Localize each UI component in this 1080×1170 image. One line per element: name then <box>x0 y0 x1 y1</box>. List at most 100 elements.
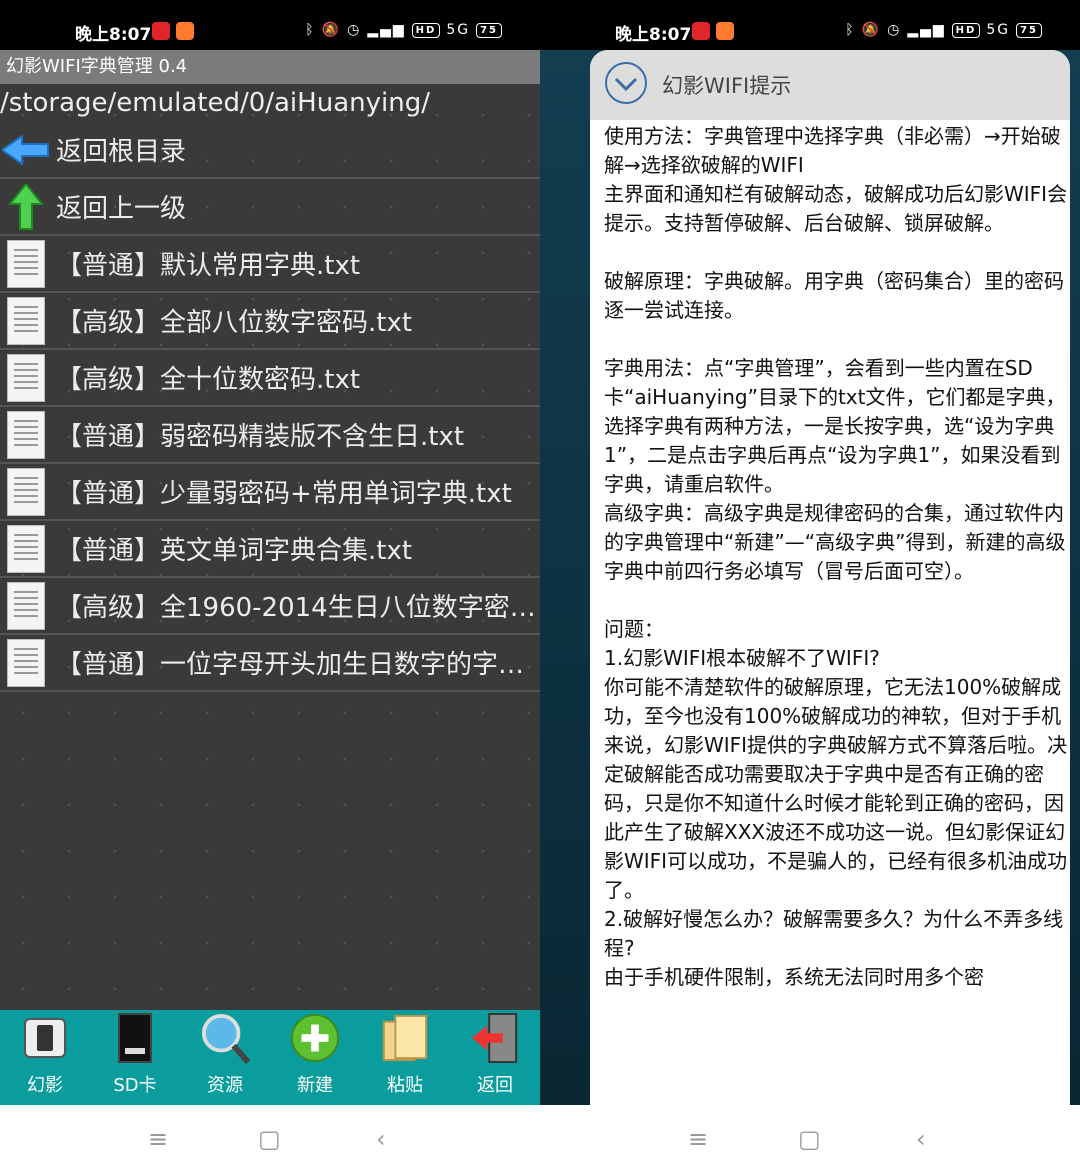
current-path: /storage/emulated/0/aiHuanying/ <box>0 88 430 118</box>
file-row[interactable]: 【普通】默认常用字典.txt <box>0 236 540 293</box>
hd-icon: HD <box>951 22 981 38</box>
paste-button[interactable]: 粘贴 <box>360 1010 450 1105</box>
taobao-icon <box>176 22 194 40</box>
left-navigation-bar: ≡ ▢ ‹ <box>0 1105 540 1170</box>
dictionary-usage-paragraph: 字典用法：点“字典管理”，会看到一些内置在SD卡“aiHuanying”目录下的… <box>604 356 1066 496</box>
file-name: 【普通】一位字母开头加生日数字的字典.txt <box>56 650 536 680</box>
arrow-up-icon <box>0 181 52 233</box>
document-icon <box>0 409 52 461</box>
paste-label: 粘贴 <box>387 1075 423 1096</box>
status-bar: 晚上8:07 ᛒ 🔕 ◷ ▂▄▆ HD 5G 75 <box>540 0 1080 50</box>
exit-door-icon <box>470 1011 520 1065</box>
sd-card-label: SD卡 <box>113 1075 157 1096</box>
tip-dialog: 幻影WIFI提示 使用方法：字典管理中选择字典（非必需）→开始破解→选择欲破解的… <box>590 50 1070 1105</box>
back-nav-button[interactable]: ‹ <box>376 1125 386 1153</box>
menu-button[interactable]: ≡ <box>148 1125 168 1153</box>
status-icons: ᛒ 🔕 ◷ ▂▄▆ HD 5G 75 <box>305 22 502 38</box>
alarm-icon: ◷ <box>887 22 902 38</box>
file-row[interactable]: 【高级】全1960-2014生日八位数字密码.txt <box>0 578 540 635</box>
signal-icon: ▂▄▆ <box>367 22 406 38</box>
back-nav-button[interactable]: ‹ <box>916 1125 926 1153</box>
battery-icon: 75 <box>1016 22 1042 38</box>
signal-icon: ▂▄▆ <box>907 22 946 38</box>
faq-answer-1: 你可能不清楚软件的破解原理，它无法100%破解成功，至今也没有100%破解成功的… <box>604 675 1068 902</box>
paste-icon <box>380 1011 430 1065</box>
mute-icon: 🔕 <box>321 22 342 38</box>
status-paragraph: 主界面和通知栏有破解动态，破解成功后幻影WIFI会提示。支持暂停破解、后台破解、… <box>604 182 1068 235</box>
file-row[interactable]: 【普通】一位字母开头加生日数字的字典.txt <box>0 635 540 692</box>
right-navigation-bar: ≡ ▢ ‹ <box>540 1105 1080 1170</box>
nav-up-row[interactable]: 返回上一级 <box>0 179 540 236</box>
new-label: 新建 <box>297 1075 333 1096</box>
net-type: 5G <box>446 22 471 38</box>
file-name: 【普通】少量弱密码+常用单词字典.txt <box>56 479 512 509</box>
file-row[interactable]: 【高级】全十位数密码.txt <box>0 350 540 407</box>
file-row[interactable]: 【高级】全部八位数字密码.txt <box>0 293 540 350</box>
document-icon <box>0 295 52 347</box>
right-screen: 晚上8:07 ᛒ 🔕 ◷ ▂▄▆ HD 5G 75 幻影WIFI提示 使用方法：… <box>540 0 1080 1105</box>
app-title: 幻影WIFI字典管理 0.4 <box>0 50 540 84</box>
nav-root-row[interactable]: 返回根目录 <box>0 122 540 179</box>
dialog-body: 使用方法：字典管理中选择字典（非必需）→开始破解→选择欲破解的WIFI 主界面和… <box>590 120 1070 992</box>
usage-paragraph: 使用方法：字典管理中选择字典（非必需）→开始破解→选择欲破解的WIFI <box>604 124 1061 177</box>
sd-card-button[interactable]: SD卡 <box>90 1010 180 1105</box>
file-list: 返回根目录 返回上一级 【普通】默认常用字典.txt 【高级】全部八位数字密码.… <box>0 122 540 692</box>
faq-question-1: 1.幻影WIFI根本破解不了WIFI? <box>604 646 880 670</box>
file-name: 【普通】弱密码精装版不含生日.txt <box>56 422 465 452</box>
weibo-icon <box>152 22 170 40</box>
document-icon <box>0 352 52 404</box>
sd-card-icon <box>110 1011 160 1065</box>
file-name: 【普通】默认常用字典.txt <box>56 251 361 281</box>
nav-up-label: 返回上一级 <box>56 194 187 224</box>
phone-icon <box>20 1011 70 1065</box>
faq-heading: 问题： <box>604 617 664 641</box>
status-time: 晚上8:07 <box>615 25 692 45</box>
bluetooth-icon: ᛒ <box>305 22 316 38</box>
principle-paragraph: 破解原理：字典破解。用字典（密码集合）里的密码逐一尝试连接。 <box>604 269 1064 322</box>
faq-answer-2: 由于手机硬件限制，系统无法同时用多个密 <box>604 965 984 989</box>
menu-button[interactable]: ≡ <box>688 1125 708 1153</box>
left-screen: 晚上8:07 ᛒ 🔕 ◷ ▂▄▆ HD 5G 75 幻影WIFI字典管理 0.4… <box>0 0 540 1105</box>
file-row[interactable]: 【普通】英文单词字典合集.txt <box>0 521 540 578</box>
plus-icon <box>290 1011 340 1065</box>
magnifier-globe-icon <box>200 1011 250 1065</box>
file-name: 【高级】全1960-2014生日八位数字密码.txt <box>56 593 536 623</box>
new-button[interactable]: 新建 <box>270 1010 360 1105</box>
taobao-icon <box>716 22 734 40</box>
back-label: 返回 <box>477 1075 513 1096</box>
advanced-dictionary-paragraph: 高级字典：高级字典是规律密码的合集，通过软件内的字典管理中“新建”—“高级字典”… <box>604 501 1066 583</box>
dialog-header: 幻影WIFI提示 <box>590 50 1070 120</box>
mute-icon: 🔕 <box>861 22 882 38</box>
chevron-down-icon[interactable] <box>604 61 648 109</box>
status-time: 晚上8:07 <box>75 25 152 45</box>
file-row[interactable]: 【普通】少量弱密码+常用单词字典.txt <box>0 464 540 521</box>
file-row[interactable]: 【普通】弱密码精装版不含生日.txt <box>0 407 540 464</box>
file-name: 【普通】英文单词字典合集.txt <box>56 536 413 566</box>
alarm-icon: ◷ <box>347 22 362 38</box>
document-icon <box>0 580 52 632</box>
weibo-icon <box>692 22 710 40</box>
file-name: 【高级】全十位数密码.txt <box>56 365 361 395</box>
dialog-title: 幻影WIFI提示 <box>662 74 792 98</box>
phantom-button[interactable]: 幻影 <box>0 1010 90 1105</box>
battery-icon: 75 <box>476 22 502 38</box>
document-icon <box>0 523 52 575</box>
back-button[interactable]: 返回 <box>450 1010 540 1105</box>
document-icon <box>0 238 52 290</box>
phantom-label: 幻影 <box>27 1075 63 1096</box>
status-icons: ᛒ 🔕 ◷ ▂▄▆ HD 5G 75 <box>845 22 1042 38</box>
document-icon <box>0 466 52 518</box>
faq-question-2: 2.破解好慢怎么办？破解需要多久？为什么不弄多线程? <box>604 907 1064 960</box>
net-type: 5G <box>986 22 1011 38</box>
file-name: 【高级】全部八位数字密码.txt <box>56 308 413 338</box>
home-button[interactable]: ▢ <box>798 1125 821 1153</box>
bluetooth-icon: ᛒ <box>845 22 856 38</box>
bottom-toolbar: 幻影 SD卡 资源 新建 粘贴 返回 <box>0 1010 540 1105</box>
arrow-left-icon <box>0 124 52 176</box>
status-bar: 晚上8:07 ᛒ 🔕 ◷ ▂▄▆ HD 5G 75 <box>0 0 540 50</box>
resources-label: 资源 <box>207 1075 243 1096</box>
home-button[interactable]: ▢ <box>258 1125 281 1153</box>
resources-button[interactable]: 资源 <box>180 1010 270 1105</box>
hd-icon: HD <box>411 22 441 38</box>
document-icon <box>0 637 52 689</box>
